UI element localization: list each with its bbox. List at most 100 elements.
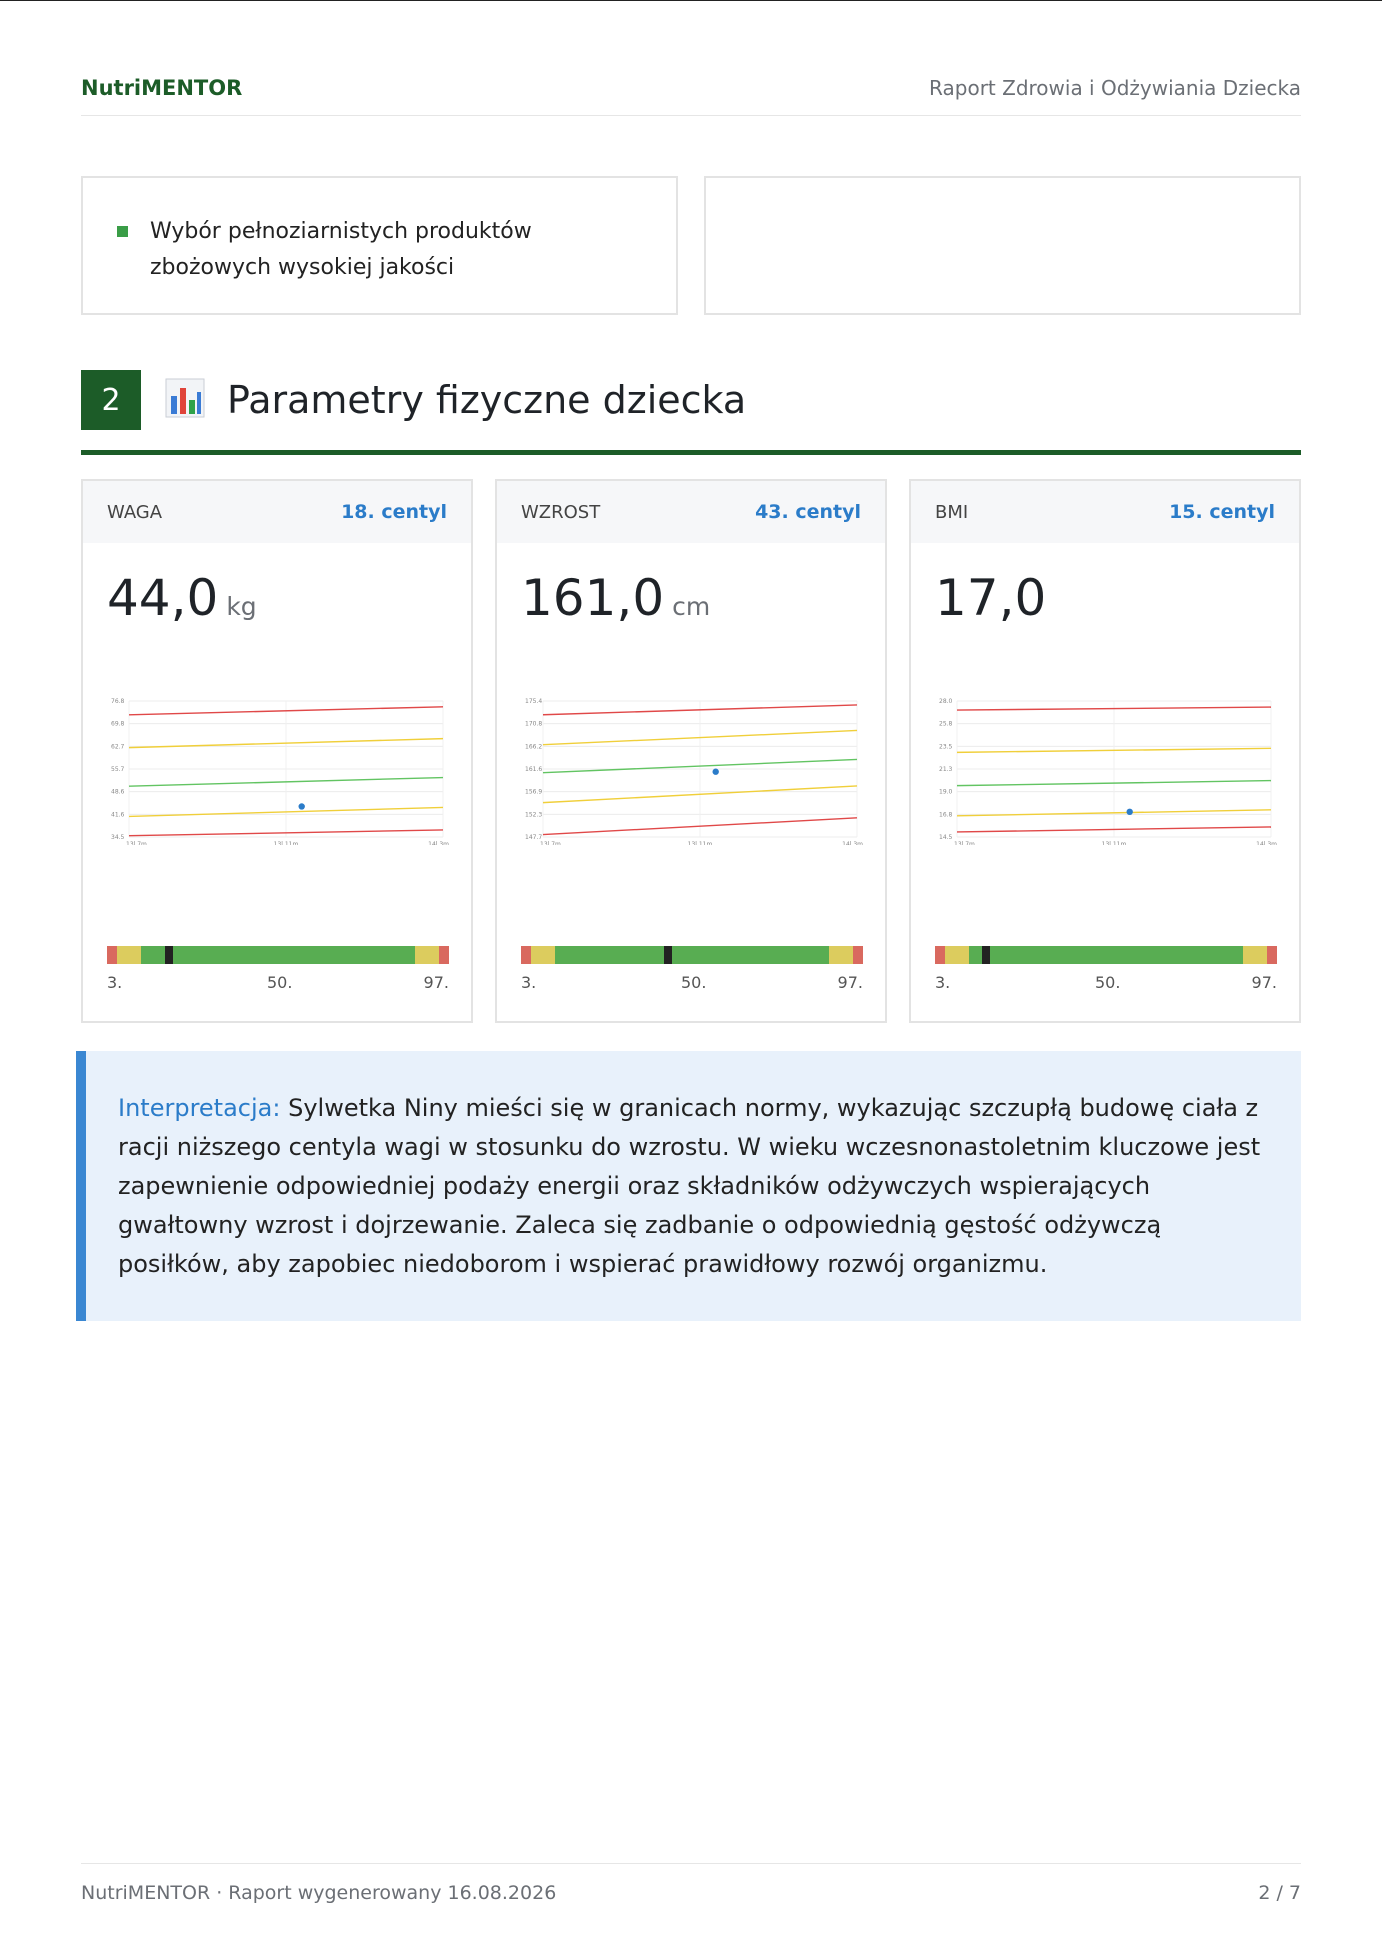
data-point (298, 803, 305, 810)
scale-label-97: 97. (1251, 973, 1277, 992)
page-header: NutriMENTOR Raport Zdrowia i Odżywiania … (81, 61, 1301, 116)
y-tick-label: 152.3 (525, 811, 542, 818)
section-title: Parametry fizyczne dziecka (227, 378, 747, 422)
percentile-marker (164, 946, 173, 964)
percentile-segment (531, 946, 556, 964)
growth-chart: 76.8 69.8 62.7 55.7 48.6 41.6 34.513l 7m 13l 11… (111, 698, 449, 845)
page-number: 2 / 7 (1258, 1882, 1301, 1904)
section-number: 2 (81, 370, 141, 430)
metric-number: 44,0 (107, 569, 219, 627)
scale-label-3: 3. (935, 973, 951, 992)
percentile-segment (107, 946, 118, 964)
metric-card-bmi: BMI 15. centyl 17,0 28.0 25.8 23.5 21.3 19.0… (909, 479, 1301, 1023)
percentile-marker (982, 946, 991, 964)
y-tick-label: 34.5 (111, 834, 125, 841)
recommendation-card: Wybór pełnoziarnistych produktów zbożowy… (81, 176, 678, 315)
percentile-segment (852, 946, 863, 964)
percentile-segment (935, 946, 946, 964)
scale-label-50: 50. (267, 973, 293, 992)
percentile-segment (438, 946, 449, 964)
metric-value: 161,0 cm (521, 569, 710, 627)
y-tick-label: 16.8 (939, 811, 953, 818)
y-tick-label: 62.7 (111, 743, 125, 750)
percentile-segment (1266, 946, 1277, 964)
growth-chart: 28.0 25.8 23.5 21.3 19.0 16.8 14.513l 7m 13l 11… (939, 698, 1277, 845)
y-tick-label: 23.5 (939, 743, 953, 750)
growth-chart: 175.4 170.8 166.2 161.6 156.9 152.3 147.713l 7… (525, 698, 863, 845)
y-tick-label: 69.8 (111, 721, 125, 728)
metric-number: 17,0 (935, 569, 1047, 627)
brand-name: NutriMENTOR (81, 76, 243, 100)
y-tick-label: 28.0 (939, 698, 953, 705)
scale-label-3: 3. (521, 973, 537, 992)
metric-value: 17,0 (935, 569, 1054, 627)
metric-card-weight: WAGA 18. centyl 44,0 kg 76.8 69.8 62.7 55.7… (81, 479, 473, 1023)
metric-percentile: 43. centyl (755, 501, 861, 523)
interpretation-box: Interpretacja: Sylwetka Niny mieści się … (76, 1051, 1301, 1321)
y-tick-label: 55.7 (111, 766, 125, 773)
bar-chart-icon (165, 378, 205, 418)
y-tick-label: 161.6 (525, 766, 542, 773)
scale-label-50: 50. (681, 973, 707, 992)
metric-label: BMI (935, 501, 969, 523)
recommendation-cards: Wybór pełnoziarnistych produktów zbożowy… (81, 176, 1301, 315)
x-tick-label: 14l 3m (1256, 841, 1277, 845)
percentile-segment (1242, 946, 1267, 964)
x-tick-label: 13l 11m (1102, 841, 1127, 845)
y-tick-label: 170.8 (525, 721, 542, 728)
percentile-scale: 3. 50. 97. (107, 973, 449, 995)
y-tick-label: 41.6 (111, 811, 125, 818)
page-footer: NutriMENTOR · Raport wygenerowany 16.08.… (81, 1863, 1301, 1922)
metric-number: 161,0 (521, 569, 665, 627)
percentile-bar (107, 946, 449, 964)
percentile-segment (828, 946, 853, 964)
percentile-segment (521, 946, 532, 964)
percentile-segment (969, 946, 1243, 964)
metric-header: WAGA 18. centyl (83, 481, 471, 543)
footer-generated: NutriMENTOR · Raport wygenerowany 16.08.… (81, 1882, 557, 1904)
report-title: Raport Zdrowia i Odżywiania Dziecka (929, 76, 1301, 100)
percentile-segment (141, 946, 415, 964)
metric-header: WZROST 43. centyl (497, 481, 885, 543)
interpretation-label: Interpretacja: (118, 1094, 281, 1122)
y-tick-label: 76.8 (111, 698, 125, 705)
metric-header: BMI 15. centyl (911, 481, 1299, 543)
x-tick-label: 14l 3m (428, 841, 449, 845)
metric-card-height: WZROST 43. centyl 161,0 cm 175.4 170.8 166… (495, 479, 887, 1023)
percentile-segment (555, 946, 829, 964)
metric-label: WAGA (107, 501, 163, 523)
interpretation-text: Sylwetka Niny mieści się w granicach nor… (118, 1094, 1261, 1278)
data-point (1126, 808, 1133, 816)
metric-label: WZROST (521, 501, 601, 523)
bullet-square-icon (117, 226, 128, 237)
x-tick-label: 13l 11m (274, 841, 299, 845)
y-tick-label: 25.8 (939, 721, 953, 728)
y-tick-label: 21.3 (939, 766, 953, 773)
y-tick-label: 19.0 (939, 789, 953, 796)
scale-label-97: 97. (837, 973, 863, 992)
percentile-segment (414, 946, 439, 964)
x-tick-label: 13l 7m (540, 841, 561, 845)
y-tick-label: 147.7 (525, 834, 542, 841)
percentile-segment (117, 946, 142, 964)
x-tick-label: 13l 11m (688, 841, 713, 845)
percentile-bar (521, 946, 863, 964)
metric-percentile: 15. centyl (1169, 501, 1275, 523)
percentile-marker (664, 946, 673, 964)
scale-label-97: 97. (423, 973, 449, 992)
recommendation-item: Wybór pełnoziarnistych produktów zbożowy… (111, 214, 648, 286)
empty-card (704, 176, 1301, 315)
x-tick-label: 13l 7m (954, 841, 975, 845)
percentile-scale: 3. 50. 97. (935, 973, 1277, 995)
section-heading: 2 Parametry fizyczne dziecka (81, 370, 1301, 455)
metric-value: 44,0 kg (107, 569, 257, 627)
metric-unit: cm (672, 592, 711, 621)
scale-label-50: 50. (1095, 973, 1121, 992)
y-tick-label: 156.9 (525, 789, 542, 796)
y-tick-label: 175.4 (525, 698, 542, 705)
percentile-scale: 3. 50. 97. (521, 973, 863, 995)
metric-unit: kg (226, 592, 257, 621)
y-tick-label: 48.6 (111, 789, 125, 796)
percentile-segment (945, 946, 970, 964)
recommendation-text: Wybór pełnoziarnistych produktów zbożowy… (150, 219, 532, 280)
